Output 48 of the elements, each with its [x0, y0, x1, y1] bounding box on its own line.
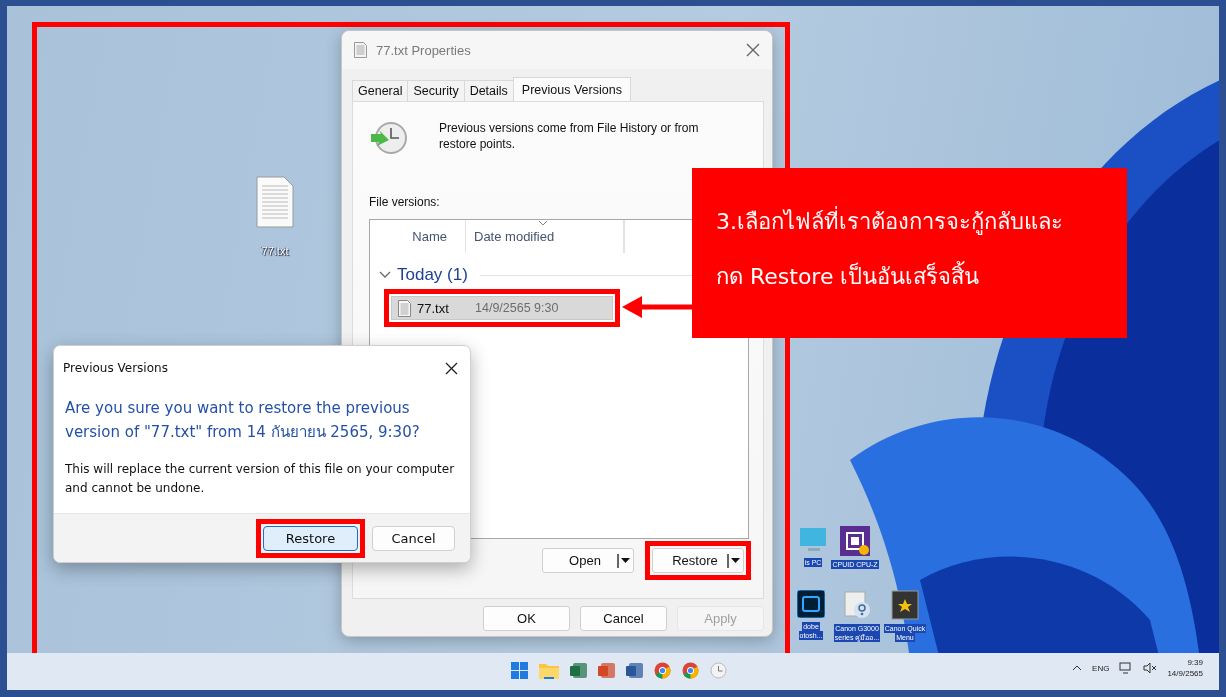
list-label: File versions: [369, 195, 441, 209]
tab[interactable]: Security [407, 80, 465, 101]
dialog-button[interactable]: Cancel [580, 606, 667, 631]
powerpoint-icon[interactable] [598, 662, 615, 679]
text-file-icon [354, 42, 367, 58]
dialog-title: Previous Versions [63, 361, 168, 375]
text-file-icon [398, 299, 411, 317]
star-box-icon[interactable] [891, 590, 919, 620]
folder-icon[interactable] [539, 662, 559, 679]
chrome-icon[interactable] [654, 662, 671, 679]
question-text: Are you sure you want to restore the previous version of "77.txt" from 14 กันยายน 2565, 9:30? [65, 398, 421, 443]
callout-text: 3.เลือกไฟล์ที่เราต้องการจะกู้กลับและ [716, 204, 1117, 239]
column-header[interactable]: Date modified [466, 220, 624, 253]
callout-text: กด Restore เป็นอันเสร็จสิ้น [716, 259, 1117, 294]
info-text: Previous versions come from File History or from restore points. [439, 120, 700, 152]
split-button[interactable]: Open [542, 548, 634, 573]
ps-app-icon[interactable] [797, 590, 825, 618]
tab[interactable]: General [352, 80, 409, 101]
windows-logo-icon[interactable] [511, 662, 528, 679]
close-icon[interactable] [445, 361, 458, 375]
window-title: 77.txt Properties [376, 42, 472, 58]
question-document-icon[interactable] [842, 590, 872, 620]
excel-icon[interactable] [570, 662, 587, 679]
dropdown-caret-icon[interactable] [727, 553, 741, 568]
icon-label: 77.txt [260, 244, 290, 258]
chip-icon[interactable] [840, 526, 870, 556]
clock-date[interactable]: 14/9/2565 [1167, 668, 1203, 679]
tab[interactable]: Previous Versions [512, 77, 631, 101]
dialog-button[interactable]: OK [483, 606, 570, 631]
language-indicator[interactable]: ENG [1092, 663, 1110, 673]
chevron-icon[interactable] [379, 271, 391, 279]
dialog-button[interactable]: Cancel [372, 525, 455, 551]
clock-time[interactable]: 9:39 [1187, 657, 1203, 668]
column-header[interactable]: Name [370, 220, 466, 253]
date-modified: 14/9/2565 9:30 [475, 301, 559, 315]
muted-speaker-icon[interactable] [1143, 662, 1158, 674]
chrome-icon[interactable] [682, 662, 699, 679]
chevron-up-icon[interactable] [1072, 665, 1083, 671]
clock-restore-icon [369, 120, 409, 156]
network-icon[interactable] [1119, 662, 1134, 674]
dialog-button[interactable]: Restore [263, 525, 358, 551]
dropdown-caret-icon[interactable] [617, 553, 631, 568]
word-icon[interactable] [626, 662, 643, 679]
group-header[interactable]: Today (1) [397, 265, 468, 285]
file-name: 77.txt [417, 300, 450, 316]
split-button[interactable]: Restore [652, 548, 744, 573]
detail-text: This will replace the current version of this file on your computer and cannot be undone. [65, 461, 456, 497]
version-row[interactable]: 77.txt 14/9/2565 9:30 [391, 296, 613, 320]
